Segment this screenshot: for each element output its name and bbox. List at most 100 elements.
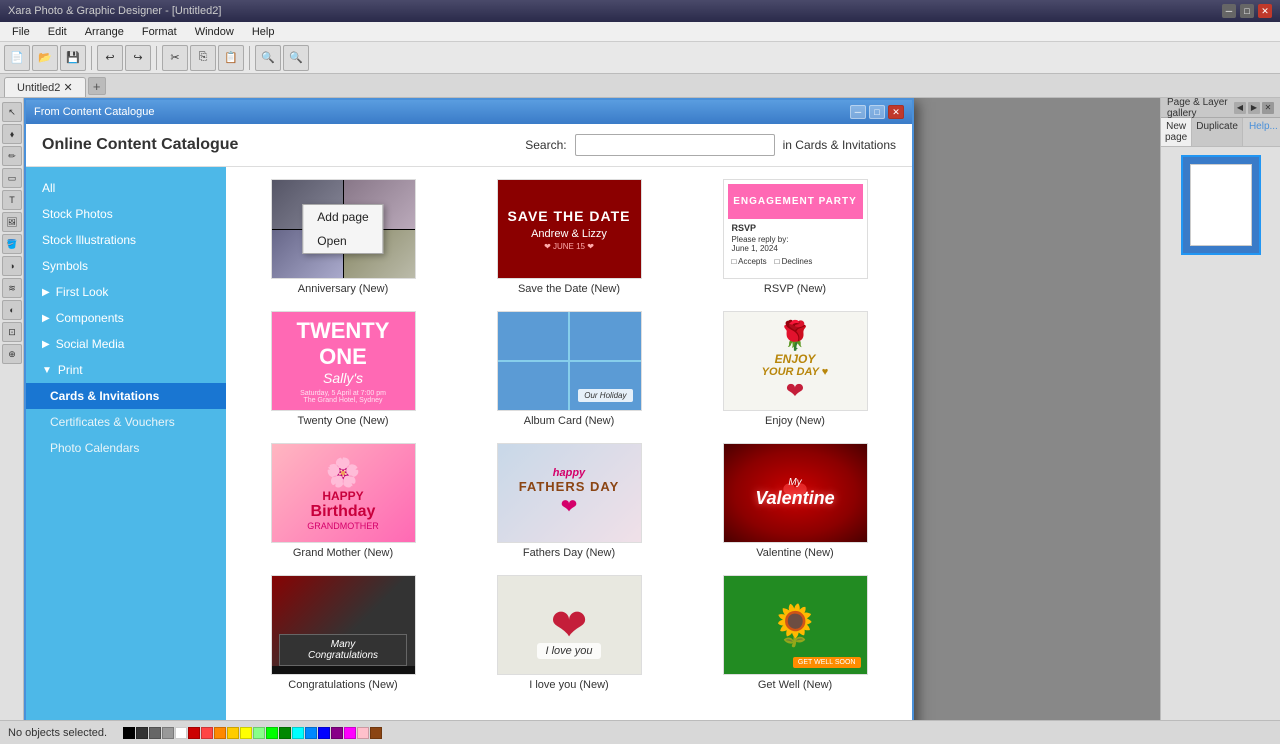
tool-cut[interactable]: ✂ [162, 45, 188, 71]
grid-item-savedate[interactable]: SAVE THE DATE Andrew & Lizzy ❤ JUNE 15 ❤… [464, 179, 674, 295]
swatch-light-green[interactable] [253, 727, 265, 739]
context-open[interactable]: Open [303, 229, 382, 253]
page-thumbnail-1[interactable] [1181, 155, 1261, 255]
tool-fill[interactable]: 🪣 [2, 234, 22, 254]
grid-item-getwell[interactable]: 🌻 GET WELL SOON Get Well (New) [690, 575, 900, 691]
maximize-button[interactable]: □ [1240, 4, 1254, 18]
grid-item-enjoy[interactable]: 🌹 ENJOY YOUR DAY ♥ ❤ Enjoy (New) [690, 311, 900, 427]
canvas-area[interactable]: From Content Catalogue ─ □ ✕ Online Cont… [24, 98, 1160, 720]
tab-untitled2[interactable]: Untitled2 ✕ [4, 77, 86, 97]
menu-window[interactable]: Window [187, 24, 242, 40]
swatch-sky-blue[interactable] [305, 727, 317, 739]
menu-file[interactable]: File [4, 24, 38, 40]
catalogue-maximize[interactable]: □ [869, 105, 885, 119]
tool-freehand[interactable]: ✏ [2, 146, 22, 166]
grid-item-album[interactable]: Our Holiday Album Card (New) [464, 311, 674, 427]
tool-redo[interactable]: ↪ [125, 45, 151, 71]
sidebar-symbols-label: Symbols [42, 259, 88, 273]
sidebar-item-photo-calendars[interactable]: Photo Calendars [26, 435, 226, 461]
tool-zoom[interactable]: ⊕ [2, 344, 22, 364]
tool-crop[interactable]: ⊡ [2, 322, 22, 342]
grid-item-iloveyou[interactable]: ❤ I love you I love you (New) [464, 575, 674, 691]
sidebar-item-cards-invitations[interactable]: Cards & Invitations [26, 383, 226, 409]
tool-zoom-out[interactable]: 🔍 [283, 45, 309, 71]
menu-arrange[interactable]: Arrange [77, 24, 132, 40]
close-button[interactable]: ✕ [1258, 4, 1272, 18]
sidebar-item-certificates[interactable]: Certificates & Vouchers [26, 409, 226, 435]
swatch-gray[interactable] [149, 727, 161, 739]
tool-shape[interactable]: ▭ [2, 168, 22, 188]
swatch-cyan[interactable] [292, 727, 304, 739]
swatch-purple[interactable] [331, 727, 343, 739]
sidebar-item-all[interactable]: All [26, 175, 226, 201]
right-panel-tab-duplicate[interactable]: Duplicate [1192, 118, 1243, 146]
swatch-light-red[interactable] [201, 727, 213, 739]
swatch-green[interactable] [279, 727, 291, 739]
catalogue-grid: Add page Open Anniversary (New) SAVE THE… [238, 179, 900, 691]
catalogue-close[interactable]: ✕ [888, 105, 904, 119]
tool-paste[interactable]: 📋 [218, 45, 244, 71]
thumb-iloveyou: ❤ I love you [497, 575, 642, 675]
swatch-brown[interactable] [370, 727, 382, 739]
tool-shadow[interactable]: ◐ [2, 300, 22, 320]
grid-item-congrats[interactable]: ManyCongratulations Congratulations (New… [238, 575, 448, 691]
swatch-light-gray[interactable] [162, 727, 174, 739]
sidebar-first-look-label: First Look [56, 285, 109, 299]
tool-text[interactable]: T [2, 190, 22, 210]
minimize-button[interactable]: ─ [1222, 4, 1236, 18]
swatch-magenta[interactable] [344, 727, 356, 739]
thumb-album: Our Holiday [497, 311, 642, 411]
tool-node[interactable]: ⬧ [2, 124, 22, 144]
tool-select[interactable]: ↖ [2, 102, 22, 122]
tool-copy[interactable]: ⎘ [190, 45, 216, 71]
swatch-red[interactable] [188, 727, 200, 739]
grid-item-twentyone[interactable]: TWENTY ONE Sally's Saturday, 5 April at … [238, 311, 448, 427]
sidebar-item-symbols[interactable]: Symbols [26, 253, 226, 279]
menu-help[interactable]: Help [244, 24, 283, 40]
sidebar-item-stock-photos[interactable]: Stock Photos [26, 201, 226, 227]
grid-item-birthday[interactable]: 🌸 HAPPY Birthday GRANDMOTHER Grand Mothe… [238, 443, 448, 559]
tool-photo[interactable]: 🖼 [2, 212, 22, 232]
swatch-white[interactable] [175, 727, 187, 739]
catalogue-minimize[interactable]: ─ [850, 105, 866, 119]
sidebar-item-print[interactable]: ▼ Print [26, 357, 226, 383]
swatch-blue[interactable] [318, 727, 330, 739]
tool-blend[interactable]: ≋ [2, 278, 22, 298]
tool-open[interactable]: 📂 [32, 45, 58, 71]
sidebar-social-media-label: Social Media [56, 337, 125, 351]
swatch-pink[interactable] [357, 727, 369, 739]
sidebar-item-first-look[interactable]: ▶ First Look [26, 279, 226, 305]
sidebar-item-social-media[interactable]: ▶ Social Media [26, 331, 226, 357]
tool-new[interactable]: 📄 [4, 45, 30, 71]
swatch-orange[interactable] [214, 727, 226, 739]
right-panel-close[interactable]: ✕ [1262, 102, 1274, 114]
menu-edit[interactable]: Edit [40, 24, 75, 40]
sidebar-item-stock-illustrations[interactable]: Stock Illustrations [26, 227, 226, 253]
swatch-bright-yellow[interactable] [240, 727, 252, 739]
grid-item-rsvp[interactable]: ENGAGEMENT PARTY RSVP Please reply by: J… [690, 179, 900, 295]
menu-format[interactable]: Format [134, 24, 185, 40]
tool-zoom-in[interactable]: 🔍 [255, 45, 281, 71]
grid-item-anniversary[interactable]: Add page Open Anniversary (New) [238, 179, 448, 295]
grid-item-valentine[interactable]: ❤ My Valentine Valentine (New) [690, 443, 900, 559]
right-panel-tab-new-page[interactable]: New page [1161, 118, 1192, 146]
right-panel-help[interactable]: Help... [1243, 118, 1280, 146]
sidebar-item-components[interactable]: ▶ Components [26, 305, 226, 331]
swatch-yellow[interactable] [227, 727, 239, 739]
tool-undo[interactable]: ↩ [97, 45, 123, 71]
tool-save[interactable]: 💾 [60, 45, 86, 71]
toolbar: 📄 📂 💾 ↩ ↪ ✂ ⎘ 📋 🔍 🔍 [0, 42, 1280, 74]
swatch-bright-green[interactable] [266, 727, 278, 739]
search-input[interactable] [575, 134, 775, 156]
sidebar-print-label: Print [58, 363, 83, 377]
swatch-black[interactable] [123, 727, 135, 739]
label-iloveyou: I love you (New) [529, 679, 608, 691]
swatch-dark-gray[interactable] [136, 727, 148, 739]
grid-item-fathers[interactable]: happy Fathers Day ❤ Fathers Day (New) [464, 443, 674, 559]
right-panel-collapse-right[interactable]: ▶ [1248, 102, 1260, 114]
tab-add-button[interactable]: + [88, 77, 106, 95]
label-twentyone: Twenty One (New) [297, 415, 388, 427]
context-add-page[interactable]: Add page [303, 205, 382, 229]
tool-gradient[interactable]: ◑ [2, 256, 22, 276]
right-panel-collapse-left[interactable]: ◀ [1234, 102, 1246, 114]
